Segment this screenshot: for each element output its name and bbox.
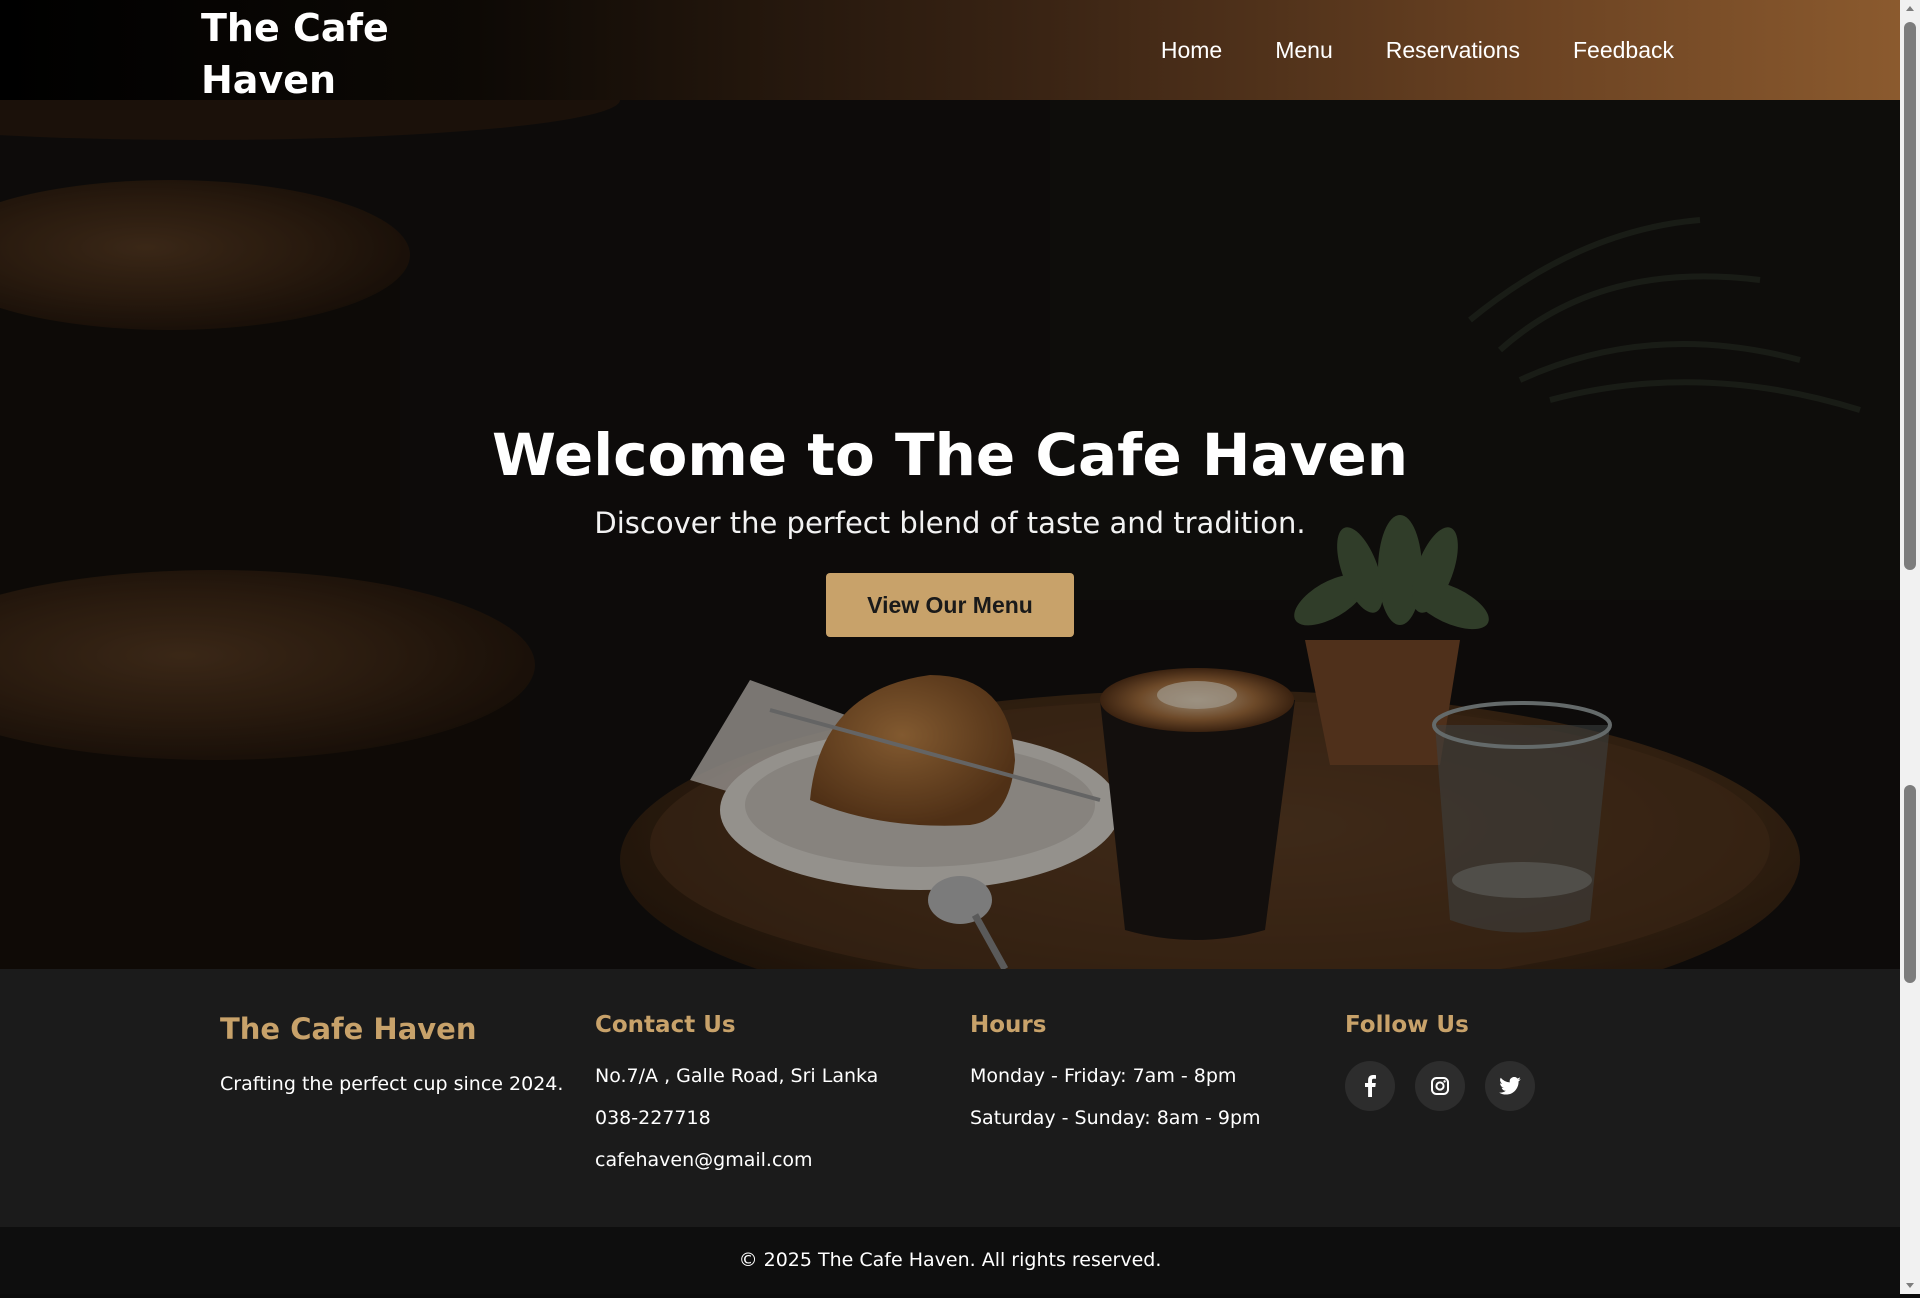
hours-weekdays: Monday - Friday: 7am - 8pm [970,1065,1237,1087]
instagram-icon[interactable] [1415,1061,1465,1111]
hero-content: Welcome to The Cafe Haven Discover the p… [0,420,1900,637]
nav-link-reservations[interactable]: Reservations [1386,37,1520,64]
footer-tagline: Crafting the perfect cup since 2024. [220,1073,564,1095]
nav-link-menu[interactable]: Menu [1275,37,1333,64]
footer: The Cafe Haven Crafting the perfect cup … [0,969,1900,1227]
nav-links: Home Menu Reservations Feedback [1161,0,1674,100]
navbar: The Cafe Haven Home Menu Reservations Fe… [0,0,1900,102]
follow-title: Follow Us [1345,1012,1469,1038]
hero-subtitle: Discover the perfect blend of taste and … [594,506,1306,540]
copyright-text: © 2025 The Cafe Haven. All rights reserv… [738,1249,1162,1271]
vertical-scrollbar[interactable] [1900,0,1920,1294]
contact-address: No.7/A , Galle Road, Sri Lanka [595,1065,879,1087]
hours-weekend: Saturday - Sunday: 8am - 9pm [970,1107,1261,1129]
copyright-bar: © 2025 The Cafe Haven. All rights reserv… [0,1227,1900,1294]
view-menu-button[interactable]: View Our Menu [826,573,1074,637]
contact-title: Contact Us [595,1012,736,1038]
scroll-up-arrow-icon[interactable] [1900,0,1920,18]
scroll-down-arrow-icon[interactable] [1900,1276,1920,1294]
nav-link-home[interactable]: Home [1161,37,1222,64]
contact-phone: 038-227718 [595,1107,711,1129]
hero-title: Welcome to The Cafe Haven [491,421,1409,489]
hero-section: Welcome to The Cafe Haven Discover the p… [0,100,1900,969]
twitter-icon[interactable] [1485,1061,1535,1111]
brand-logo[interactable]: The Cafe Haven [201,2,431,106]
social-links [1345,1061,1535,1111]
contact-email: cafehaven@gmail.com [595,1149,813,1171]
hours-title: Hours [970,1012,1047,1038]
nav-link-feedback[interactable]: Feedback [1573,37,1674,64]
scrollbar-thumb[interactable] [1904,22,1916,570]
footer-brand-title: The Cafe Haven [220,1012,477,1046]
scrollbar-thumb-secondary[interactable] [1904,785,1916,983]
page: The Cafe Haven Home Menu Reservations Fe… [0,0,1900,1294]
facebook-icon[interactable] [1345,1061,1395,1111]
